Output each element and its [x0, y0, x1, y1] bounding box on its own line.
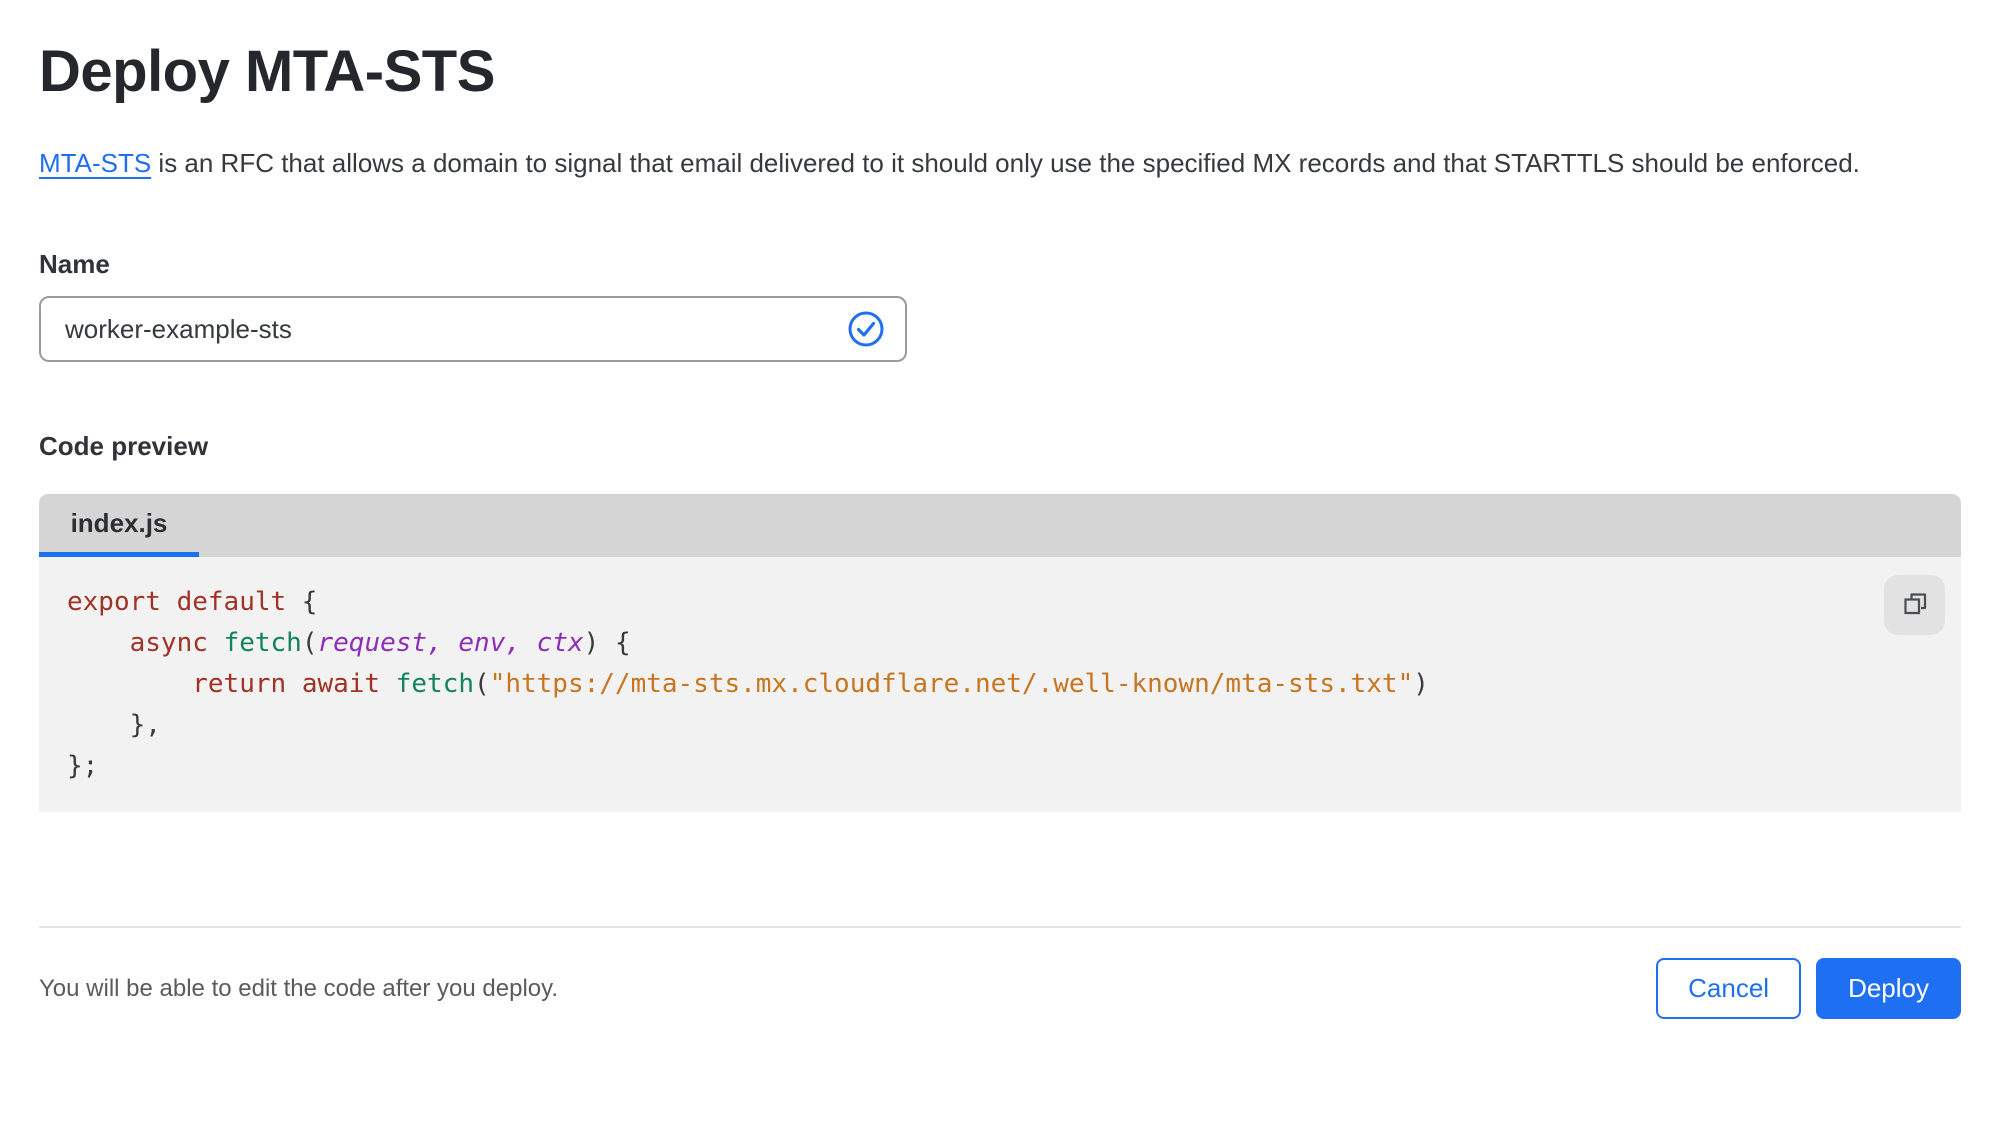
- name-input-wrap: [39, 296, 907, 362]
- check-circle-icon: [847, 310, 885, 348]
- code-content: export default { async fetch(request, en…: [67, 587, 1429, 781]
- footer-note: You will be able to edit the code after …: [39, 974, 559, 1002]
- code-editor: export default { async fetch(request, en…: [39, 557, 1961, 812]
- cancel-button[interactable]: Cancel: [1656, 958, 1802, 1019]
- description-text: is an RFC that allows a domain to signal…: [151, 148, 1860, 178]
- code-preview-block: index.js export default { async fetch(re…: [39, 494, 1961, 812]
- deploy-mta-sts-page: Deploy MTA-STS MTA-STS is an RFC that al…: [0, 36, 1999, 1019]
- name-input[interactable]: [39, 296, 907, 362]
- tab-index-js[interactable]: index.js: [39, 494, 199, 557]
- deploy-button[interactable]: Deploy: [1816, 958, 1961, 1019]
- code-tab-bar: index.js: [39, 494, 1961, 557]
- mta-sts-link[interactable]: MTA-STS: [39, 148, 151, 178]
- page-title: Deploy MTA-STS: [39, 39, 495, 104]
- footer-divider: [39, 926, 1961, 928]
- name-label: Name: [39, 249, 110, 279]
- copy-code-button[interactable]: [1884, 575, 1945, 635]
- code-preview-label: Code preview: [39, 431, 209, 461]
- description: MTA-STS is an RFC that allows a domain t…: [39, 140, 1919, 186]
- copy-icon: [1901, 590, 1929, 621]
- footer-actions: Cancel Deploy: [1656, 958, 1961, 1019]
- footer: You will be able to edit the code after …: [39, 958, 1961, 1019]
